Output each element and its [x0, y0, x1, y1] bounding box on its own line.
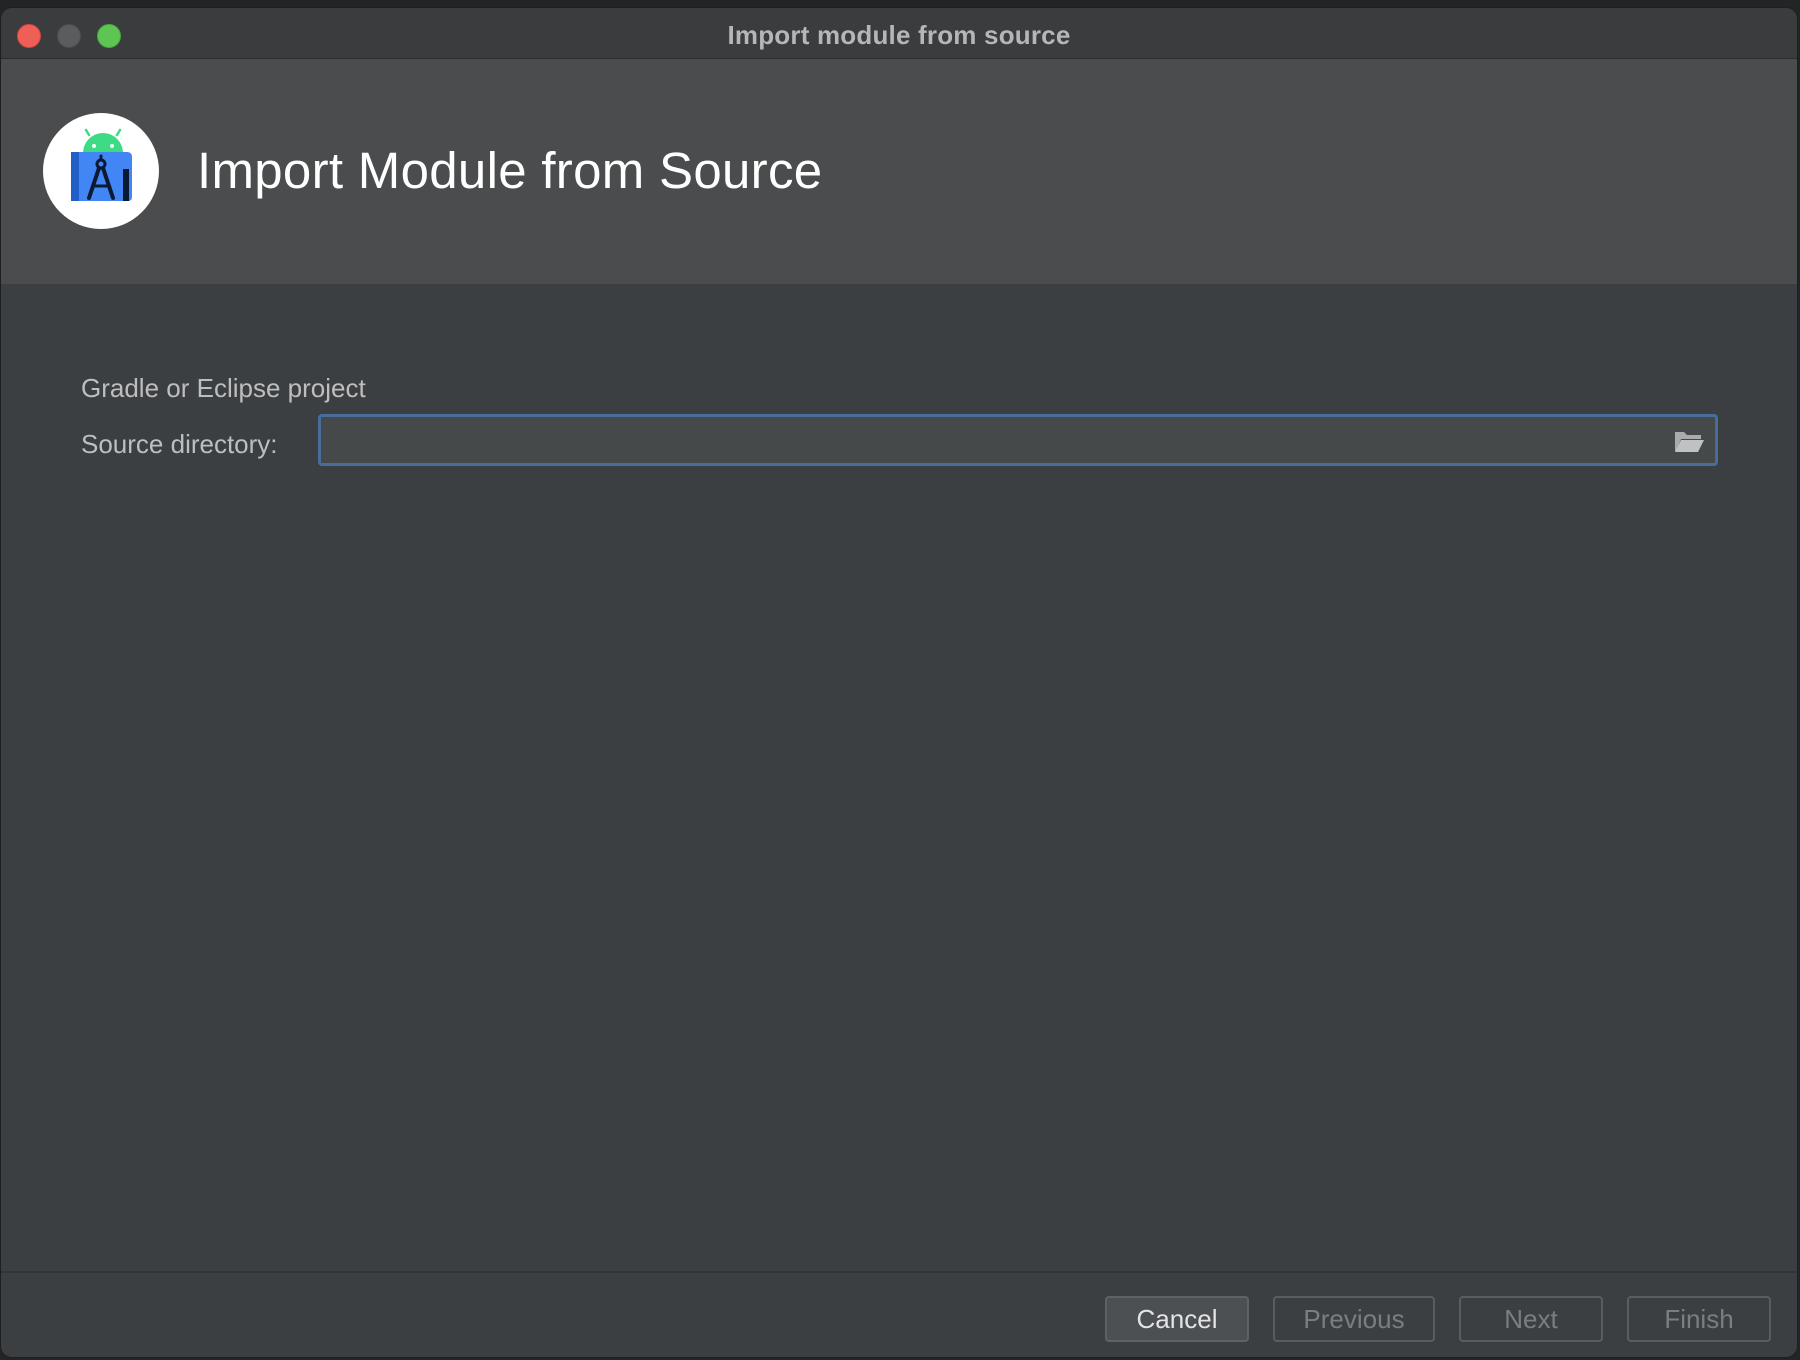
source-directory-label: Source directory:	[81, 429, 278, 459]
page-heading: Import Module from Source	[197, 142, 823, 199]
dialog-window: Import module from source Import Module …	[0, 7, 1798, 1358]
window-title: Import module from source	[727, 20, 1071, 50]
android-studio-logo-icon	[43, 113, 159, 229]
finish-button[interactable]: Finish	[1627, 1296, 1771, 1342]
wizard-footer: Cancel Previous Next Finish	[1, 1271, 1797, 1357]
source-directory-input[interactable]	[327, 421, 1651, 461]
source-directory-field[interactable]	[318, 414, 1718, 466]
cancel-button[interactable]: Cancel	[1105, 1296, 1249, 1342]
previous-button[interactable]: Previous	[1273, 1296, 1435, 1342]
title-bar[interactable]: Import module from source	[1, 8, 1797, 59]
wizard-content: Gradle or Eclipse project Source directo…	[1, 284, 1797, 1269]
next-button[interactable]: Next	[1459, 1296, 1603, 1342]
section-label: Gradle or Eclipse project	[81, 373, 366, 403]
folder-open-icon[interactable]	[1673, 427, 1705, 455]
header-banner: Import Module from Source	[1, 59, 1797, 284]
